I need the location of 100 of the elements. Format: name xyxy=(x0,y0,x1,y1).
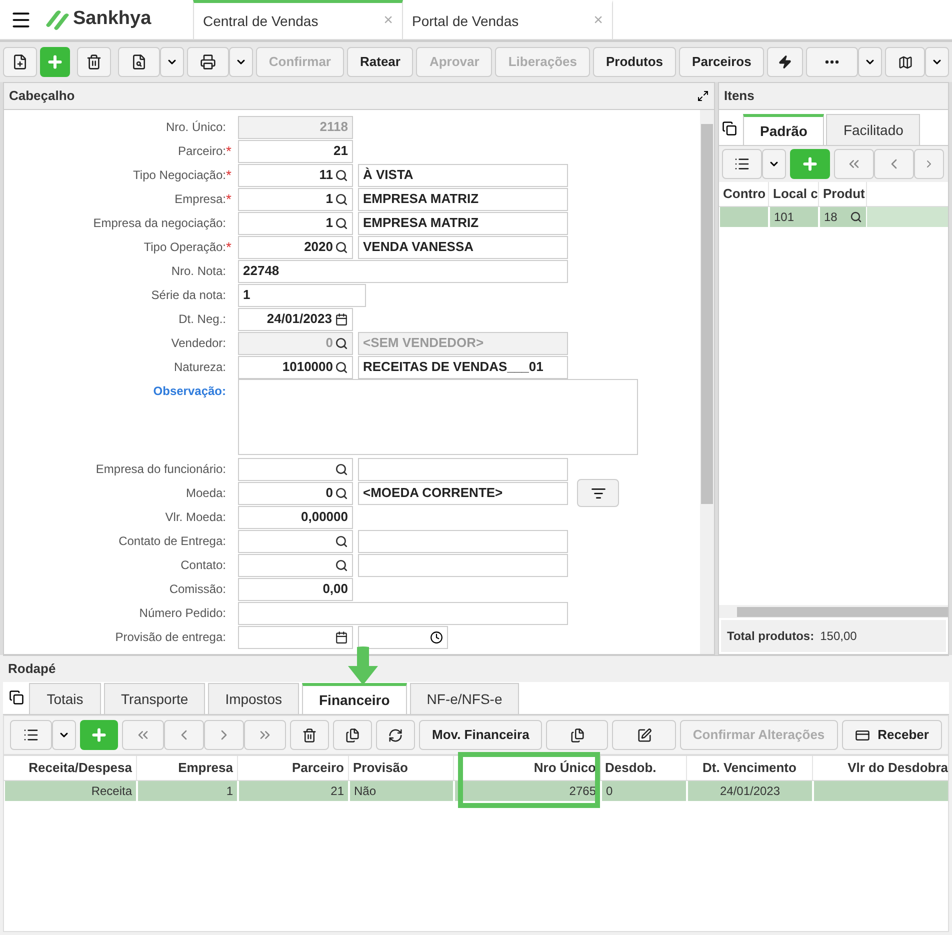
copy-icon[interactable] xyxy=(722,121,737,136)
column-header[interactable]: Receita/Despesa xyxy=(4,756,137,780)
add-button[interactable] xyxy=(80,720,118,750)
input-field[interactable]: 21 xyxy=(238,140,353,162)
input-field[interactable]: 1 xyxy=(238,284,366,306)
file-search-icon xyxy=(130,54,147,70)
currency-button[interactable] xyxy=(577,479,619,507)
description-field[interactable]: RECEITAS DE VENDAS___01 xyxy=(358,356,568,378)
tab[interactable]: NF-e/NFS-e xyxy=(410,683,520,714)
list-button[interactable] xyxy=(722,149,762,179)
date-field[interactable] xyxy=(238,626,353,648)
expand-icon[interactable] xyxy=(697,90,709,102)
column-header[interactable]: Empresa xyxy=(137,756,238,780)
map-button[interactable] xyxy=(885,47,925,77)
code-field[interactable]: 2020 xyxy=(238,236,353,258)
tab[interactable]: Transporte xyxy=(104,683,206,714)
input-field[interactable]: 0,00000 xyxy=(238,506,353,528)
annotation-arrow xyxy=(347,646,379,686)
description-field[interactable]: VENDA VANESSA xyxy=(358,236,568,258)
column-header[interactable]: Nro Único xyxy=(454,756,601,780)
code-field[interactable] xyxy=(238,530,353,552)
input-field[interactable] xyxy=(238,602,568,624)
toolbar-button[interactable]: Produtos xyxy=(592,47,676,77)
copy-icon[interactable] xyxy=(9,690,24,705)
field-value: 2020 xyxy=(304,238,333,256)
dropdown-button[interactable] xyxy=(762,149,786,179)
code-field[interactable]: 11 xyxy=(238,164,353,186)
column-header[interactable]: Parceiro xyxy=(238,756,349,780)
refresh-button[interactable] xyxy=(376,720,416,750)
column-header[interactable]: Produt xyxy=(819,182,867,206)
field-label: Dt. Neg.: xyxy=(178,311,226,328)
column-header[interactable]: Desdob. xyxy=(601,756,687,780)
actions-button[interactable] xyxy=(767,47,803,77)
table-row[interactable]: Receita 1 21 Não 2765 0 24/01/2023 xyxy=(4,781,948,801)
input-field[interactable]: 0,00 xyxy=(238,578,353,600)
input-field[interactable]: 22748 xyxy=(238,260,568,282)
toolbar-button[interactable]: Mov. Financeira xyxy=(419,720,542,750)
field-label: Observação: xyxy=(153,383,226,400)
field-label: Tipo Negociação: xyxy=(133,167,226,184)
print-button[interactable] xyxy=(186,47,229,77)
add-button[interactable] xyxy=(790,149,830,179)
field-value: 11 xyxy=(319,166,333,184)
dropdown-button[interactable] xyxy=(925,47,949,77)
field-label: Natureza: xyxy=(174,359,226,376)
description-field[interactable]: À VISTA xyxy=(358,164,568,186)
list-button[interactable] xyxy=(10,720,52,750)
tab[interactable]: Impostos xyxy=(208,683,299,714)
field-label: Comissão: xyxy=(169,581,226,598)
code-field[interactable] xyxy=(238,554,353,576)
tab[interactable]: Totais xyxy=(29,683,101,714)
delete-button[interactable] xyxy=(290,720,330,750)
new-document-button[interactable] xyxy=(3,47,38,77)
copy-button[interactable] xyxy=(333,720,372,750)
search-document-button[interactable] xyxy=(118,47,160,77)
table-cell: 101 xyxy=(769,207,819,227)
description-field[interactable]: EMPRESA MATRIZ xyxy=(358,188,568,210)
tab[interactable]: Padrão xyxy=(743,114,824,145)
required-mark: * xyxy=(226,192,232,206)
edit-button[interactable] xyxy=(612,720,676,750)
panel-title: Cabeçalho xyxy=(9,87,75,106)
field-value: 1010000 xyxy=(282,358,333,376)
search-icon xyxy=(335,336,348,350)
field-label: Nro. Nota: xyxy=(171,263,226,280)
documents-button[interactable] xyxy=(546,720,608,750)
dropdown-button[interactable] xyxy=(858,47,882,77)
column-header[interactable]: Vlr do Desdobra xyxy=(813,756,948,780)
dropdown-button[interactable] xyxy=(160,47,184,77)
description-field[interactable] xyxy=(358,530,568,552)
delete-button[interactable] xyxy=(76,47,111,77)
dropdown-button[interactable] xyxy=(228,47,253,77)
code-field[interactable] xyxy=(238,458,353,480)
description-field[interactable]: <MOEDA CORRENTE> xyxy=(358,482,568,504)
map-icon xyxy=(898,54,912,70)
field-value: 1 xyxy=(326,190,333,208)
column-header[interactable]: Dt. Vencimento xyxy=(687,756,813,780)
description-field[interactable]: EMPRESA MATRIZ xyxy=(358,212,568,234)
description-field[interactable] xyxy=(358,554,568,576)
code-field[interactable]: 1010000 xyxy=(238,356,353,378)
description-field[interactable] xyxy=(358,458,568,480)
column-header[interactable]: Contro xyxy=(719,182,769,206)
column-header[interactable]: Local c xyxy=(769,182,819,206)
table-row[interactable]: 101 18 xyxy=(719,207,948,227)
date-field[interactable]: 24/01/2023 xyxy=(238,308,353,330)
time-field[interactable] xyxy=(358,626,448,648)
toolbar-button[interactable]: Receber xyxy=(842,720,942,750)
field-label: Nro. Único: xyxy=(166,119,226,136)
toolbar-button[interactable]: Ratear xyxy=(347,47,414,77)
lightning-icon xyxy=(778,55,792,69)
code-field[interactable]: 1 xyxy=(238,212,353,234)
tab[interactable]: Facilitado xyxy=(826,114,920,145)
calendar-icon xyxy=(335,312,348,326)
dropdown-button[interactable] xyxy=(52,720,76,750)
tab[interactable]: Financeiro xyxy=(302,683,407,714)
code-field[interactable]: 0 xyxy=(238,482,353,504)
column-header[interactable]: Provisão xyxy=(349,756,454,780)
horizontal-scrollbar[interactable] xyxy=(719,605,948,618)
code-field[interactable]: 1 xyxy=(238,188,353,210)
scrollbar[interactable] xyxy=(700,110,714,654)
toolbar-button[interactable]: Parceiros xyxy=(679,47,764,77)
clock-icon xyxy=(430,630,443,644)
